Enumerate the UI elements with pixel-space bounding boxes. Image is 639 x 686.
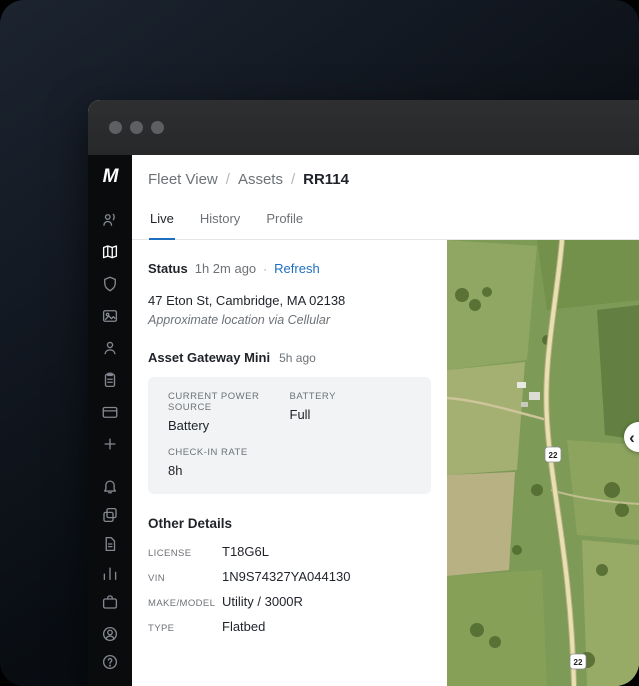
table-row: TYPE Flatbed bbox=[148, 619, 431, 634]
checkin-rate-value: 8h bbox=[168, 463, 183, 478]
user-icon bbox=[104, 341, 116, 355]
table-row: VIN 1N9S74327YA044130 bbox=[148, 569, 431, 584]
power-source-field: CURRENT POWER SOURCE Battery bbox=[168, 391, 290, 433]
card-icon bbox=[102, 406, 118, 418]
table-row: LICENSE T18G6L bbox=[148, 544, 431, 559]
power-source-value: Battery bbox=[168, 418, 210, 433]
plus-icon bbox=[104, 438, 116, 450]
breadcrumb-separator: / bbox=[225, 170, 230, 188]
sidebar-item-add[interactable] bbox=[101, 435, 119, 453]
chevron-left-icon: ‹ bbox=[629, 427, 635, 447]
layers-icon bbox=[103, 507, 117, 522]
map-icon bbox=[102, 245, 118, 259]
sidebar-nav-secondary bbox=[101, 471, 119, 616]
status-updated: 1h 2m ago bbox=[194, 261, 257, 276]
sidebar-item-reports[interactable] bbox=[101, 564, 119, 582]
brand-logo[interactable]: M bbox=[103, 164, 119, 190]
sidebar-item-compliance[interactable] bbox=[101, 371, 119, 389]
svg-text:22: 22 bbox=[549, 451, 558, 460]
vin-label: VIN bbox=[148, 573, 166, 584]
refresh-link[interactable]: Refresh bbox=[274, 261, 320, 276]
breadcrumb: Fleet View / Assets / RR114 bbox=[132, 155, 639, 199]
route-marker: 22 bbox=[569, 653, 587, 670]
shield-icon bbox=[104, 276, 116, 292]
battery-value: Full bbox=[289, 407, 311, 422]
gateway-header: Asset Gateway Mini 5h ago bbox=[148, 350, 431, 365]
sidebar-item-spend[interactable] bbox=[101, 403, 119, 421]
details-panel: Status 1h 2m ago · Refresh 47 Eton St, C… bbox=[132, 240, 447, 686]
window-control-dot[interactable] bbox=[109, 121, 122, 134]
sidebar-item-follow-asset[interactable] bbox=[101, 211, 119, 229]
briefcase-icon bbox=[102, 594, 118, 609]
page-header: Fleet View / Assets / RR114 Live History… bbox=[132, 155, 639, 240]
sidebar-item-safety[interactable] bbox=[101, 275, 119, 293]
sidebar-item-admin[interactable] bbox=[101, 593, 119, 611]
other-details-table: LICENSE T18G6L VIN 1N9S74327YA044130 MAK… bbox=[148, 544, 431, 634]
sidebar-item-map[interactable] bbox=[101, 243, 119, 261]
gateway-card: CURRENT POWER SOURCE Battery BATTERY Ful… bbox=[148, 377, 431, 494]
route-marker: 22 bbox=[544, 446, 562, 463]
sidebar-item-help[interactable] bbox=[101, 653, 119, 671]
checkin-rate-label: CHECK-IN RATE bbox=[168, 447, 248, 458]
gateway-title: Asset Gateway Mini bbox=[148, 350, 271, 365]
breadcrumb-fleet-view[interactable]: Fleet View bbox=[148, 171, 218, 188]
browser-window: M Fleet View / Assets / RR114 Live Histo… bbox=[88, 100, 639, 686]
gallery-icon bbox=[102, 310, 118, 322]
help-icon bbox=[102, 654, 118, 670]
location-note: Approximate location via Cellular bbox=[148, 313, 331, 327]
bell-icon bbox=[104, 479, 116, 493]
license-value: T18G6L bbox=[222, 544, 269, 559]
power-source-label: CURRENT POWER SOURCE bbox=[168, 391, 260, 413]
tab-bar: Live History Profile bbox=[132, 199, 639, 240]
document-icon bbox=[105, 536, 116, 551]
make-model-value: Utility / 3000R bbox=[222, 594, 303, 609]
account-icon bbox=[102, 626, 118, 642]
tab-history[interactable]: History bbox=[199, 199, 241, 239]
window-control-dot[interactable] bbox=[151, 121, 164, 134]
sidebar-item-drivers[interactable] bbox=[101, 339, 119, 357]
window-control-dot[interactable] bbox=[130, 121, 143, 134]
main-area: Fleet View / Assets / RR114 Live History… bbox=[132, 155, 639, 686]
breadcrumb-assets[interactable]: Assets bbox=[238, 171, 283, 188]
vin-value: 1N9S74327YA044130 bbox=[222, 569, 351, 584]
make-model-label: MAKE/MODEL bbox=[148, 598, 216, 609]
status-separator: · bbox=[263, 262, 268, 276]
status-row: Status 1h 2m ago · Refresh bbox=[148, 261, 431, 276]
svg-text:22: 22 bbox=[574, 658, 583, 667]
follow-asset-icon bbox=[103, 213, 115, 226]
gateway-updated: 5h ago bbox=[279, 351, 316, 365]
satellite-map: 22 22 bbox=[447, 240, 639, 686]
clipboard-icon bbox=[104, 372, 116, 388]
other-details-title: Other Details bbox=[148, 516, 233, 531]
type-label: TYPE bbox=[148, 623, 175, 634]
sidebar-item-gallery[interactable] bbox=[101, 307, 119, 325]
tab-profile[interactable]: Profile bbox=[265, 199, 304, 239]
page-background: M Fleet View / Assets / RR114 Live Histo… bbox=[0, 0, 639, 686]
sidebar-item-alerts[interactable] bbox=[101, 477, 119, 495]
sidebar: M bbox=[88, 155, 132, 686]
breadcrumb-separator: / bbox=[290, 170, 296, 188]
sidebar-nav-bottom bbox=[101, 620, 119, 686]
breadcrumb-current-asset: RR114 bbox=[303, 170, 349, 188]
sidebar-item-documents[interactable] bbox=[101, 535, 119, 553]
license-label: LICENSE bbox=[148, 548, 192, 559]
window-titlebar bbox=[88, 100, 639, 155]
type-value: Flatbed bbox=[222, 619, 266, 634]
chart-icon bbox=[103, 566, 117, 580]
status-label: Status bbox=[148, 261, 188, 276]
sidebar-nav-primary bbox=[101, 204, 119, 460]
checkin-rate-field: CHECK-IN RATE 8h bbox=[168, 447, 290, 478]
sidebar-item-dispatch[interactable] bbox=[101, 506, 119, 524]
map-panel[interactable]: 22 22 ‹ bbox=[447, 240, 639, 686]
tab-live[interactable]: Live bbox=[149, 199, 175, 240]
table-row: MAKE/MODEL Utility / 3000R bbox=[148, 594, 431, 609]
sidebar-item-account[interactable] bbox=[101, 625, 119, 643]
asset-address: 47 Eton St, Cambridge, MA 02138 bbox=[148, 293, 346, 308]
battery-field: BATTERY Full bbox=[290, 391, 412, 433]
battery-label: BATTERY bbox=[289, 391, 336, 402]
